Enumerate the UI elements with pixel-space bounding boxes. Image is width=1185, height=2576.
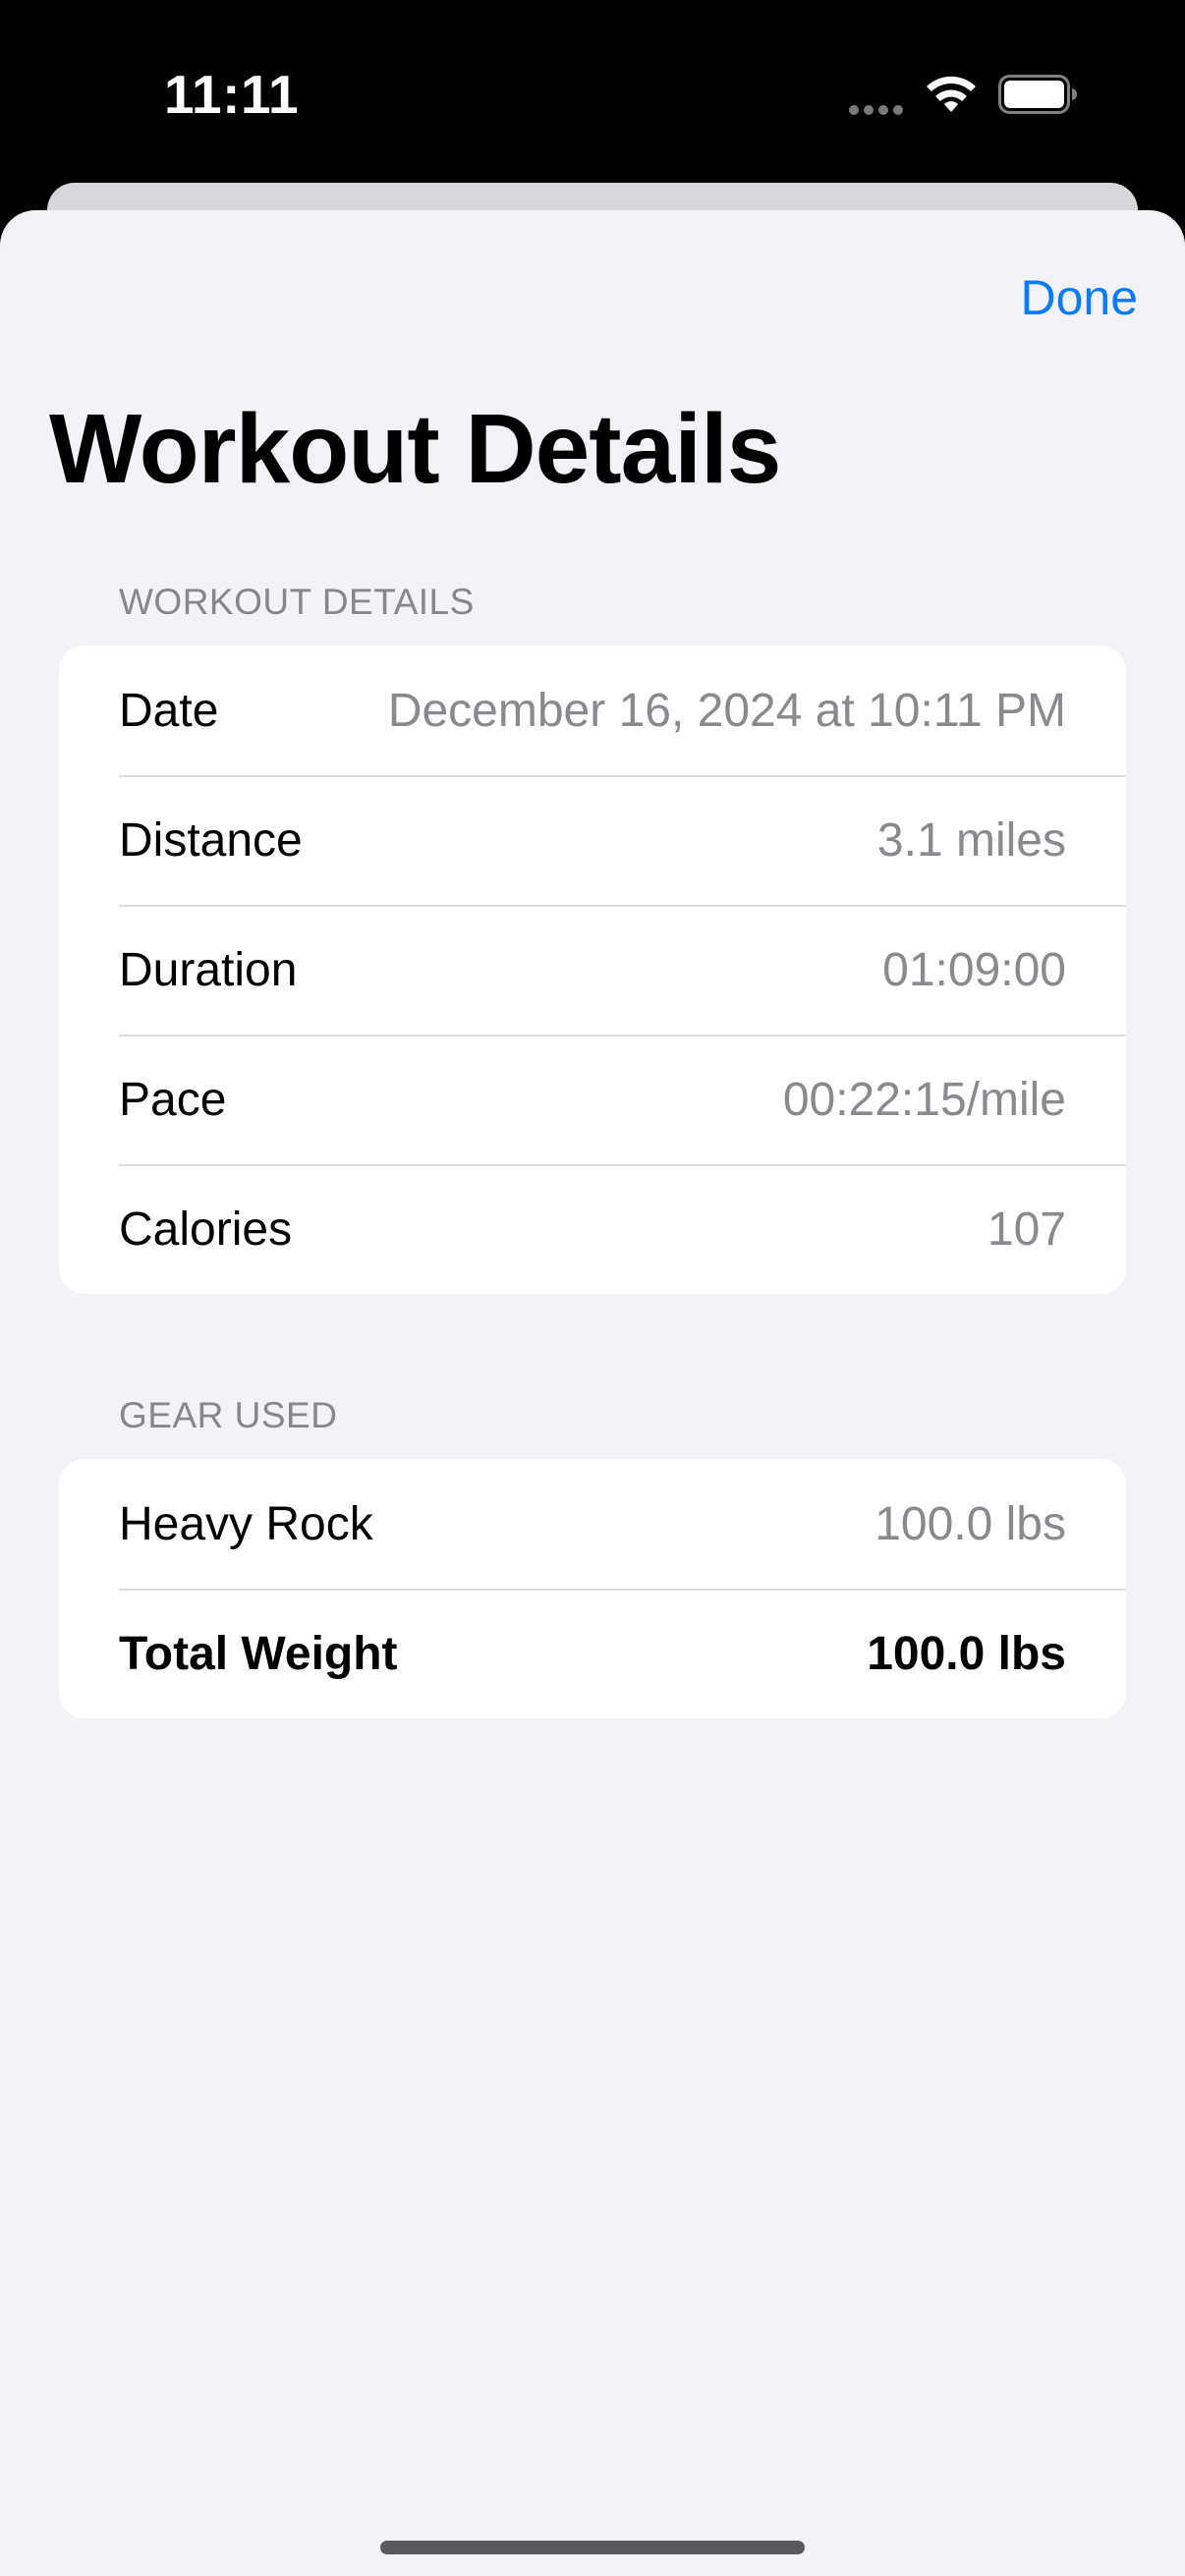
home-indicator[interactable] [380,2541,805,2554]
row-distance: Distance 3.1 miles [59,775,1126,905]
workout-details-sheet: Done Workout Details WORKOUT DETAILS Dat… [0,210,1185,2576]
row-calories: Calories 107 [59,1164,1126,1294]
row-value: 100.0 lbs [875,1497,1066,1550]
row-label: Calories [119,1203,293,1256]
section-header-gear-used: GEAR USED [119,1395,338,1435]
row-value: 01:09:00 [882,943,1066,996]
row-value: December 16, 2024 at 10:11 PM [387,684,1066,737]
row-label: Date [119,684,219,737]
cellular-dots-icon [849,102,908,116]
row-value: 00:22:15/mile [782,1073,1066,1126]
row-pace: Pace 00:22:15/mile [59,1035,1126,1164]
page-title: Workout Details [49,394,781,504]
row-label: Distance [119,813,303,867]
row-gear-item: Heavy Rock 100.0 lbs [59,1459,1126,1589]
status-bar: 11:11 [0,0,1185,187]
status-time: 11:11 [164,64,300,125]
row-label: Heavy Rock [119,1497,373,1550]
total-weight-label: Total Weight [119,1627,398,1680]
gear-used-card: Heavy Rock 100.0 lbs Total Weight 100.0 … [59,1459,1126,1718]
row-value: 3.1 miles [876,813,1066,867]
done-button[interactable]: Done [1020,269,1138,326]
row-total-weight: Total Weight 100.0 lbs [59,1589,1126,1718]
workout-details-card: Date December 16, 2024 at 10:11 PM Dista… [59,645,1126,1294]
row-value: 107 [987,1203,1066,1256]
screen: 11:11 Done Workout Details WORKOUT DETAI… [0,0,1185,2576]
row-date: Date December 16, 2024 at 10:11 PM [59,645,1126,775]
total-weight-value: 100.0 lbs [867,1627,1066,1680]
section-header-workout-details: WORKOUT DETAILS [119,582,475,622]
row-label: Duration [119,943,298,996]
battery-icon [998,75,1077,114]
row-duration: Duration 01:09:00 [59,905,1126,1035]
row-label: Pace [119,1073,227,1126]
wifi-icon [927,76,976,112]
